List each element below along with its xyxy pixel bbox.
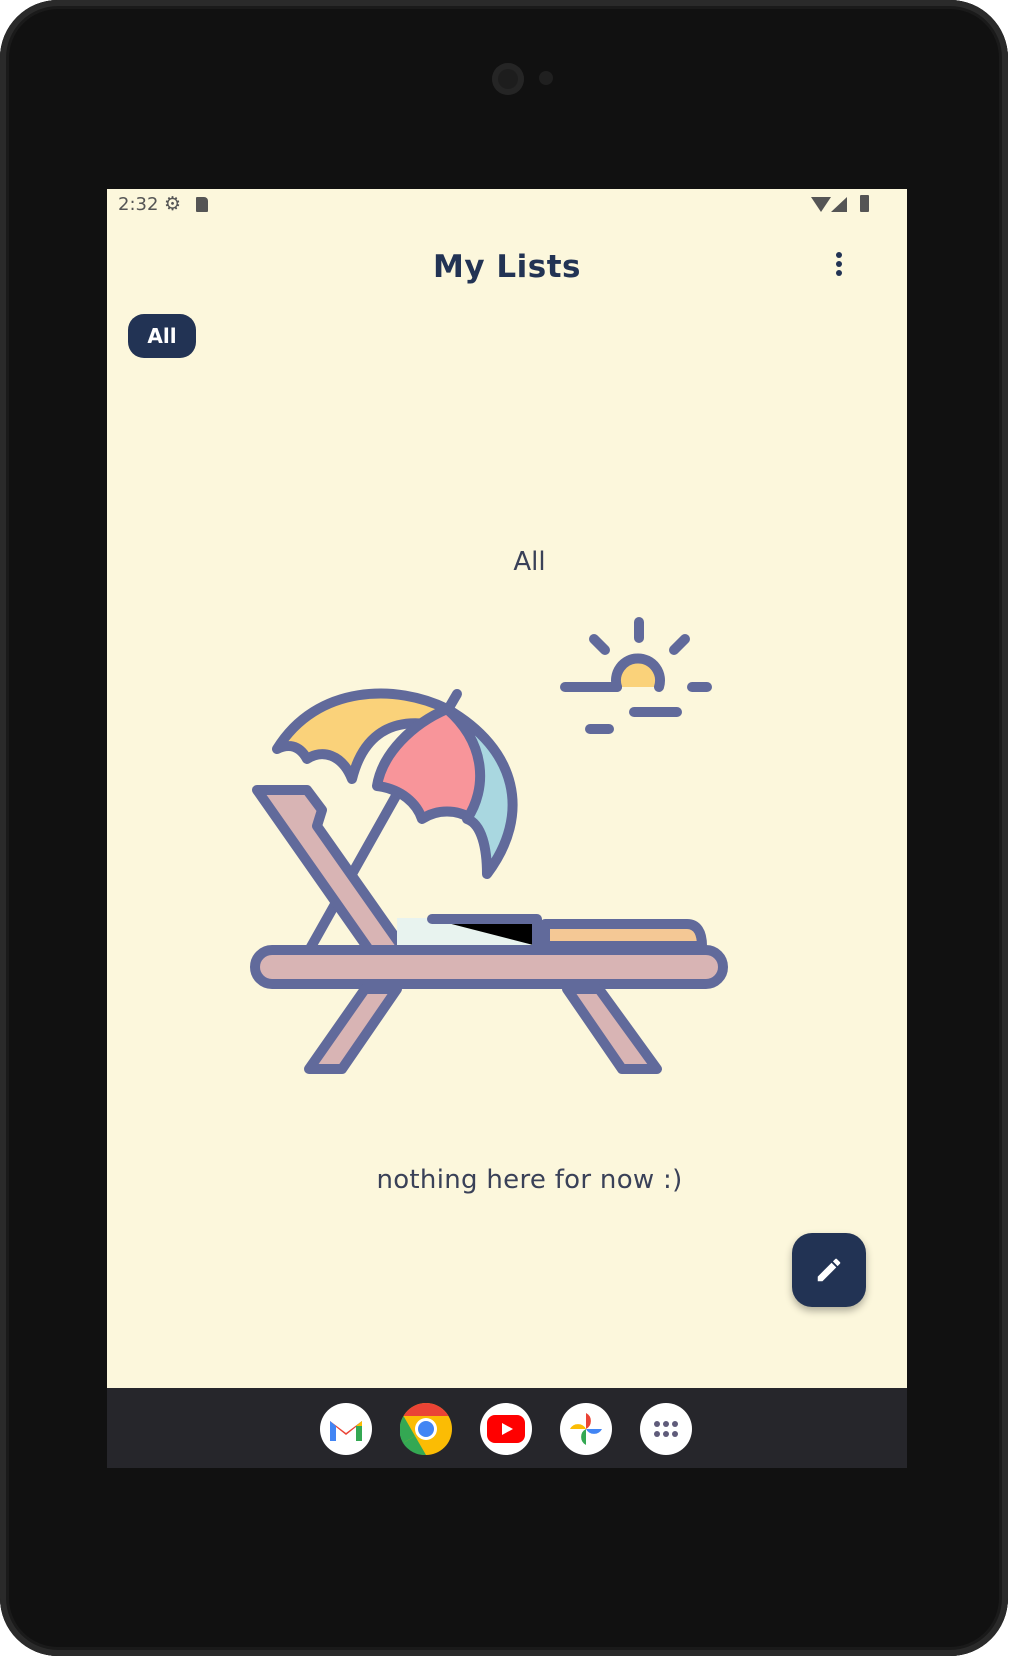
camera-sensor <box>539 71 553 85</box>
chrome-icon[interactable] <box>400 1403 452 1455</box>
front-camera <box>492 63 524 95</box>
filter-chip-all[interactable]: All <box>128 314 196 358</box>
page-title: My Lists <box>433 249 581 285</box>
taskbar <box>107 1388 907 1468</box>
battery-icon <box>860 195 869 212</box>
status-time: 2:32 <box>118 194 159 215</box>
app-screen: 2:32 ⚙ My Lists All All nothing here for… <box>107 189 907 1468</box>
photos-icon[interactable] <box>560 1403 612 1455</box>
more-vert-icon[interactable] <box>829 249 849 279</box>
empty-state-message: nothing here for now :) <box>376 1165 683 1195</box>
youtube-icon[interactable] <box>480 1403 532 1455</box>
pencil-icon <box>817 1258 841 1282</box>
filter-chip-label: All <box>147 324 177 348</box>
new-list-button[interactable] <box>792 1233 866 1307</box>
beach-chair-illustration <box>250 617 728 1074</box>
app-drawer-icon[interactable] <box>640 1403 692 1455</box>
status-bar: 2:32 ⚙ <box>107 189 907 223</box>
settings-icon: ⚙ <box>164 193 182 215</box>
section-label: All <box>513 547 546 577</box>
sd-card-icon <box>196 197 208 212</box>
wifi-icon <box>811 197 831 212</box>
gmail-icon[interactable] <box>320 1403 372 1455</box>
sun-icon <box>560 617 712 734</box>
cell-signal-icon <box>831 197 847 212</box>
